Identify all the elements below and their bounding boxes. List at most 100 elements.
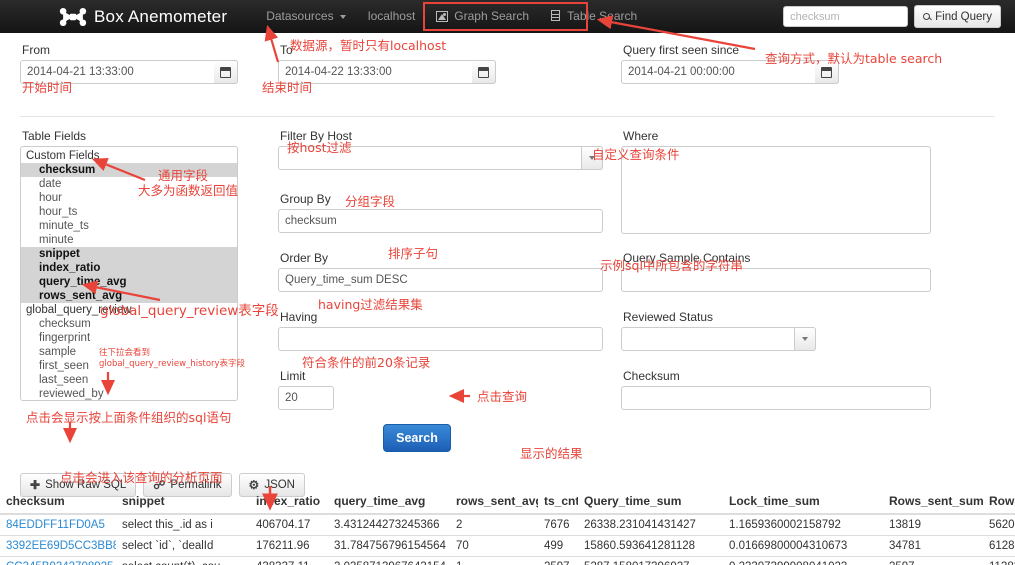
table-icon — [551, 10, 561, 21]
results-header-row: checksum snippet index_ratio query_time_avg… — [0, 489, 1015, 515]
column-header-ts_cnt[interactable]: ts_cnt — [538, 489, 578, 515]
table-fields-listbox[interactable]: Custom Fields checksum date hour hour_ts minu… — [20, 146, 238, 401]
anemometer-logo-icon — [59, 7, 87, 26]
field-option-checksum[interactable]: checksum — [21, 163, 237, 177]
cell-query_time_avg: 2.0358713967643154 — [328, 556, 450, 565]
app-page: Box Anemometer Datasources localhost Gra… — [0, 0, 1015, 565]
cell-index_ratio: 406704.17 — [250, 513, 328, 536]
field-option-minute_ts[interactable]: minute_ts — [21, 219, 237, 233]
having-group: Having — [278, 310, 603, 351]
cell-query_time_avg: 31.784756796154564 — [328, 535, 450, 557]
filter-by-host-dropdown-button[interactable] — [581, 146, 603, 170]
cell-index_ratio: 438337.11 — [250, 556, 328, 565]
chevron-down-icon — [339, 14, 346, 19]
field-option-hour_ts[interactable]: hour_ts — [21, 205, 237, 219]
search-form: From To Query first seen s — [0, 33, 1015, 497]
cell-Rows_sent_sum: 2597 — [883, 556, 983, 565]
cell-rows_sent_avg: 2 — [450, 513, 538, 536]
find-query-button[interactable]: Find Query — [914, 5, 1001, 28]
cell-Lock_time_sum: 0.23307399908041023 — [723, 556, 883, 565]
cell-ts_cnt: 499 — [538, 535, 578, 557]
field-option-sample[interactable]: sample — [21, 345, 237, 359]
where-label: Where — [623, 129, 659, 143]
field-option-minute[interactable]: minute — [21, 233, 237, 247]
find-query-input[interactable] — [783, 6, 909, 27]
field-option-hour[interactable]: hour — [21, 191, 237, 205]
field-option-last_seen[interactable]: last_seen — [21, 373, 237, 387]
having-label: Having — [280, 310, 318, 324]
first-seen-calendar-button[interactable] — [815, 60, 839, 84]
field-option-date[interactable]: date — [21, 177, 237, 191]
where-textarea[interactable] — [621, 146, 931, 234]
calendar-icon — [820, 66, 833, 78]
search-button[interactable]: Search — [383, 424, 451, 452]
field-option-first_seen[interactable]: first_seen — [21, 359, 237, 373]
cell-ts_cnt: 7676 — [538, 513, 578, 536]
column-header-query_time_avg[interactable]: query_time_avg — [328, 489, 450, 515]
brand-label: Box Anemometer — [94, 6, 228, 26]
field-option-rows_sent_avg[interactable]: rows_sent_avg — [21, 289, 237, 303]
from-label: From — [22, 43, 50, 57]
nav-datasources-label: Datasources — [266, 9, 334, 23]
image-icon — [436, 11, 449, 22]
filter-by-host-input[interactable] — [278, 146, 603, 170]
cell-ts_cnt: 2597 — [538, 556, 578, 565]
field-option-reviewed_by[interactable]: reviewed_by — [21, 387, 237, 400]
field-option-fingerprint[interactable]: fingerprint — [21, 331, 237, 345]
cell-index_ratio: 176211.96 — [250, 535, 328, 557]
column-header-Rows_examined_sum[interactable]: Rows_examined_sum — [983, 489, 1015, 515]
reviewed-status-input[interactable] — [621, 327, 816, 351]
find-query-label: Find Query — [935, 10, 992, 23]
results-body: 84EDDFF11FD0A5 select this_.id as i 406704… — [0, 513, 1015, 565]
having-input[interactable] — [278, 327, 603, 351]
column-header-Query_time_sum[interactable]: Query_time_sum — [578, 489, 723, 515]
search-button-wrap: Search — [383, 424, 603, 452]
nav-datasource-localhost[interactable]: localhost — [357, 0, 426, 33]
to-calendar-button[interactable] — [472, 60, 496, 84]
cell-Rows_examined_sum: 5620244858 — [983, 513, 1015, 536]
navbar-search-group: Find Query — [783, 5, 1001, 28]
brand[interactable]: Box Anemometer — [59, 7, 227, 27]
column-header-snippet[interactable]: snippet — [116, 489, 250, 515]
column-header-checksum[interactable]: checksum — [0, 489, 116, 515]
field-option-snippet[interactable]: snippet — [21, 247, 237, 261]
limit-input[interactable] — [278, 386, 334, 410]
first-seen-label: Query first seen since — [623, 43, 740, 57]
group-by-group: Group By — [278, 192, 603, 233]
first-seen-input[interactable] — [621, 60, 839, 84]
to-input[interactable] — [278, 60, 496, 84]
reviewed-status-dropdown-button[interactable] — [794, 327, 816, 351]
cell-Query_time_sum: 15860.593641281128 — [578, 535, 723, 557]
column-header-rows_sent_avg[interactable]: rows_sent_avg — [450, 489, 538, 515]
nav-graph-search[interactable]: Graph Search — [452, 0, 540, 33]
from-calendar-button[interactable] — [214, 60, 238, 84]
field-option-index_ratio[interactable]: index_ratio — [21, 261, 237, 275]
nav-table-search-label: Table Search — [567, 9, 638, 23]
field-option-query_time_avg[interactable]: query_time_avg — [21, 275, 237, 289]
calendar-icon — [219, 66, 232, 78]
order-by-group: Order By — [278, 251, 603, 292]
limit-group: Limit — [278, 369, 603, 410]
order-by-input[interactable] — [278, 268, 603, 292]
nav-table-search[interactable]: Table Search — [540, 0, 648, 33]
table-fields-group: Table Fields Custom Fields checksum date ho… — [20, 129, 260, 452]
from-input[interactable] — [20, 60, 238, 84]
column-header-Rows_sent_sum[interactable]: Rows_sent_sum — [883, 489, 983, 515]
group-by-input[interactable] — [278, 209, 603, 233]
checksum-link[interactable]: 84EDDFF11FD0A5 — [6, 519, 105, 531]
checksum-input[interactable] — [621, 386, 931, 410]
column-header-Lock_time_sum[interactable]: Lock_time_sum — [723, 489, 883, 515]
cell-Query_time_sum: 5287.158017396927 — [578, 556, 723, 565]
field-option-checksum[interactable]: checksum — [21, 317, 237, 331]
query-sample-input[interactable] — [621, 268, 931, 292]
first-seen-group: Query first seen since — [621, 43, 931, 84]
column-header-index_ratio[interactable]: index_ratio — [250, 489, 328, 515]
field-group-global_query_review: global_query_review — [26, 304, 132, 316]
checksum-label: Checksum — [623, 369, 680, 383]
cell-Lock_time_sum: 0.01669800004310673 — [723, 535, 883, 557]
checksum-link[interactable]: CC345B9342708925 — [6, 561, 113, 565]
cell-checksum: 3392EE69D5CC3BB8 — [0, 535, 116, 557]
nav-datasources[interactable]: Datasources — [255, 0, 357, 33]
table-fields-label: Table Fields — [22, 129, 87, 143]
checksum-link[interactable]: 3392EE69D5CC3BB8 — [6, 540, 116, 552]
